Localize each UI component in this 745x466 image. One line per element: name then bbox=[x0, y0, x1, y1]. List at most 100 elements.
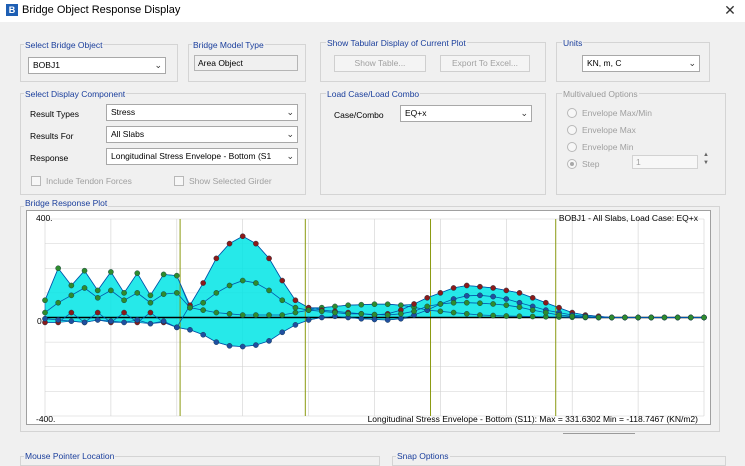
data-point bbox=[529, 307, 536, 313]
results-for-label: Results For bbox=[30, 131, 74, 141]
data-point bbox=[239, 343, 246, 350]
data-point bbox=[239, 233, 246, 240]
envelope-maxmin-label: Envelope Max/Min bbox=[582, 108, 652, 118]
data-point bbox=[701, 314, 707, 321]
bridge-object-value: BOBJ1 bbox=[33, 60, 60, 70]
data-point bbox=[266, 312, 272, 318]
data-point bbox=[226, 282, 233, 289]
data-point bbox=[358, 301, 365, 308]
data-point bbox=[81, 267, 88, 274]
data-point bbox=[543, 309, 549, 316]
bridge-object-select[interactable]: BOBJ1 ⌄ bbox=[28, 57, 166, 74]
step-input[interactable]: 1 bbox=[632, 155, 698, 169]
result-types-select[interactable]: Stress ⌄ bbox=[106, 104, 298, 121]
response-label: Response bbox=[30, 153, 69, 163]
data-point bbox=[477, 283, 483, 290]
bridge-model-type-value: Area Object bbox=[194, 55, 298, 71]
data-point bbox=[384, 317, 391, 323]
data-point bbox=[279, 297, 286, 304]
data-point bbox=[160, 318, 167, 324]
results-for-value: All Slabs bbox=[111, 129, 145, 139]
data-point bbox=[411, 301, 417, 307]
step-down-icon[interactable]: ▼ bbox=[701, 160, 711, 167]
data-point bbox=[411, 308, 417, 315]
data-point bbox=[503, 296, 510, 302]
data-point bbox=[226, 311, 233, 317]
plot-footer: Longitudinal Stress Envelope - Bottom (S… bbox=[367, 414, 698, 424]
data-point bbox=[463, 293, 470, 299]
data-point bbox=[279, 277, 286, 284]
data-point bbox=[108, 269, 114, 275]
envelope-max-radio[interactable] bbox=[567, 125, 577, 135]
data-point bbox=[503, 313, 510, 319]
show-girder-checkbox[interactable] bbox=[174, 176, 184, 186]
data-point bbox=[398, 302, 404, 308]
data-point bbox=[94, 295, 101, 301]
data-point bbox=[437, 301, 444, 307]
data-point bbox=[595, 314, 602, 321]
data-point bbox=[371, 301, 378, 308]
data-point bbox=[622, 314, 628, 321]
chevron-down-icon: ⌄ bbox=[520, 108, 528, 118]
data-point bbox=[81, 285, 88, 291]
close-icon[interactable]: ✕ bbox=[722, 2, 738, 18]
data-point bbox=[121, 297, 127, 304]
results-for-select[interactable]: All Slabs ⌄ bbox=[106, 126, 298, 143]
title-bar: B Bridge Object Response Display ✕ bbox=[0, 0, 745, 22]
data-point bbox=[490, 293, 496, 300]
data-point bbox=[253, 240, 259, 247]
units-value: KN, m, C bbox=[587, 58, 622, 68]
data-point bbox=[437, 308, 444, 315]
show-table-button[interactable]: Show Table... bbox=[334, 55, 426, 72]
data-point bbox=[318, 308, 325, 315]
data-point bbox=[292, 309, 299, 316]
data-point bbox=[173, 324, 180, 331]
plot-area[interactable]: 400. 0 -400. BOBJ1 - All Slabs, Load Cas… bbox=[26, 210, 711, 425]
step-radio[interactable] bbox=[567, 159, 577, 169]
data-point bbox=[477, 312, 483, 318]
envelope-maxmin-radio[interactable] bbox=[567, 108, 577, 118]
data-point bbox=[121, 319, 127, 326]
step-up-icon[interactable]: ▲ bbox=[701, 152, 711, 159]
response-select[interactable]: Longitudinal Stress Envelope - Bottom (S… bbox=[106, 148, 298, 165]
data-point bbox=[134, 317, 141, 323]
data-point bbox=[490, 285, 496, 291]
data-point bbox=[635, 314, 641, 321]
data-point bbox=[42, 297, 48, 304]
chevron-down-icon: ⌄ bbox=[154, 60, 162, 70]
window-title: Bridge Object Response Display bbox=[22, 4, 181, 16]
bridge-response-plot-legend: Bridge Response Plot bbox=[24, 198, 109, 208]
data-point bbox=[516, 290, 523, 296]
data-point bbox=[55, 317, 61, 323]
data-point bbox=[529, 313, 536, 320]
data-point bbox=[173, 272, 180, 279]
include-tendon-checkbox[interactable] bbox=[31, 176, 41, 186]
scrollbar-indicator[interactable] bbox=[563, 433, 635, 434]
show-girder-label: Show Selected Girder bbox=[189, 176, 272, 186]
envelope-min-label: Envelope Min bbox=[582, 142, 634, 152]
data-point bbox=[648, 314, 655, 321]
data-point bbox=[108, 318, 114, 324]
data-point bbox=[121, 290, 127, 296]
data-point bbox=[503, 287, 510, 294]
data-point bbox=[173, 290, 180, 296]
data-point bbox=[384, 312, 391, 318]
data-point bbox=[147, 292, 154, 299]
case-combo-label: Case/Combo bbox=[334, 110, 384, 120]
data-point bbox=[477, 292, 483, 299]
data-point bbox=[68, 318, 75, 324]
case-combo-select[interactable]: EQ+x ⌄ bbox=[400, 105, 532, 122]
data-point bbox=[345, 311, 351, 317]
data-point bbox=[239, 277, 246, 284]
data-point bbox=[108, 287, 114, 294]
data-point bbox=[582, 314, 589, 320]
data-point bbox=[187, 327, 193, 333]
data-point bbox=[543, 299, 549, 306]
export-excel-button[interactable]: Export To Excel... bbox=[440, 55, 530, 72]
data-point bbox=[437, 290, 444, 296]
envelope-min-radio[interactable] bbox=[567, 142, 577, 152]
data-point bbox=[661, 314, 668, 321]
data-point bbox=[55, 265, 61, 272]
tabular-display-legend: Show Tabular Display of Current Plot bbox=[326, 38, 467, 48]
units-select[interactable]: KN, m, C ⌄ bbox=[582, 55, 700, 72]
